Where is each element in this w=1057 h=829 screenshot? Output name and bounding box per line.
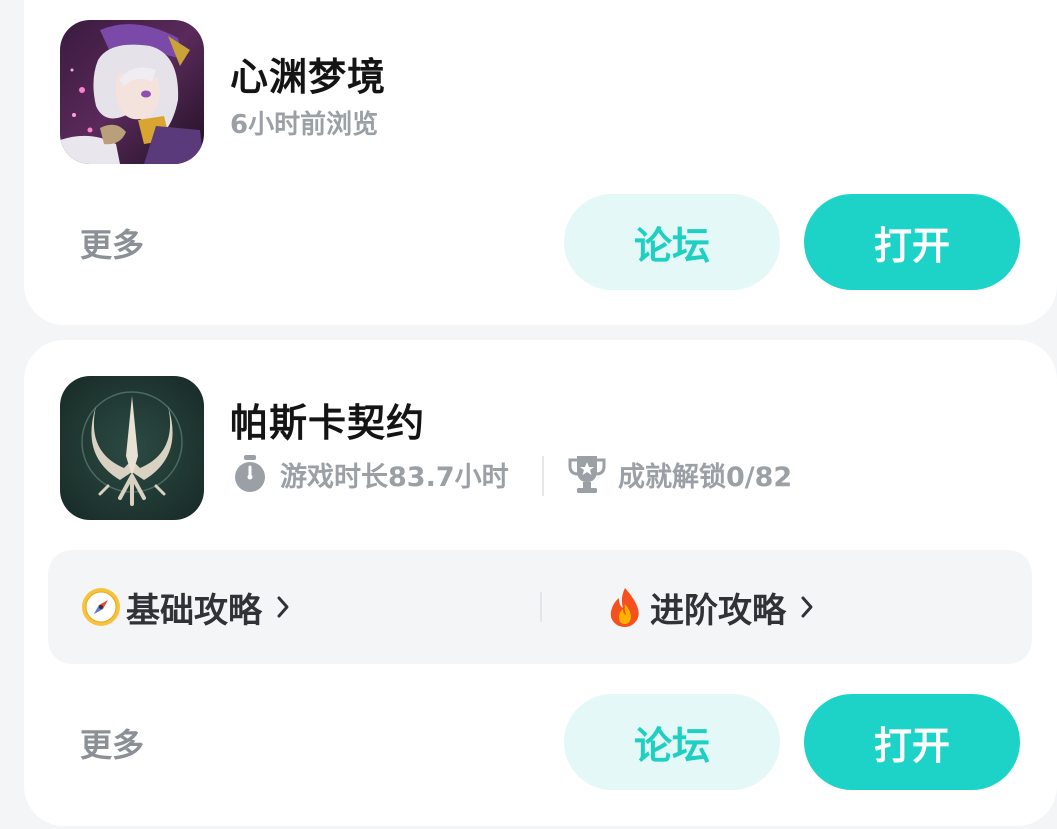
open-button[interactable]: 打开	[804, 194, 1020, 290]
app-icon-xinyuan-mengjing[interactable]	[60, 20, 204, 164]
more-link[interactable]: 更多	[80, 220, 144, 266]
guide-basic-label: 基础攻略	[126, 590, 262, 631]
chevron-right-icon	[277, 596, 289, 618]
playtime-text: 游戏时长83.7小时	[280, 461, 509, 493]
app-icon-pascal-contract[interactable]	[60, 376, 204, 520]
game-card-xinyuan: 心渊梦境 6小时前浏览 更多 论坛 打开	[24, 0, 1057, 325]
guide-divider	[540, 592, 542, 622]
stopwatch-icon	[235, 455, 265, 492]
open-button[interactable]: 打开	[804, 694, 1020, 790]
more-link[interactable]: 更多	[80, 720, 144, 766]
compass-icon	[82, 588, 120, 626]
trophy-icon	[568, 456, 606, 493]
forum-button[interactable]: 论坛	[564, 194, 780, 290]
game-card-pascal: 帕斯卡契约 游戏时长83.7小时 成就解锁0/82 基础攻略 进阶攻略 更多 论…	[24, 340, 1057, 826]
guide-basic-link[interactable]: 基础攻略	[80, 550, 290, 664]
game-title: 帕斯卡契约	[230, 401, 426, 445]
guide-panel: 基础攻略 进阶攻略	[48, 550, 1032, 664]
last-viewed-text: 6小时前浏览	[230, 110, 379, 140]
game-title: 心渊梦境	[230, 55, 387, 99]
achievement-text: 成就解锁0/82	[618, 461, 793, 493]
forum-button[interactable]: 论坛	[564, 694, 780, 790]
chevron-right-icon	[801, 596, 813, 618]
achievement-stat: 成就解锁0/82	[568, 454, 792, 494]
playtime-stat: 游戏时长83.7小时	[232, 454, 509, 494]
guide-advanced-link[interactable]: 进阶攻略	[604, 550, 814, 664]
stat-divider	[542, 456, 544, 496]
guide-advanced-label: 进阶攻略	[650, 590, 786, 631]
fire-icon	[610, 588, 639, 627]
